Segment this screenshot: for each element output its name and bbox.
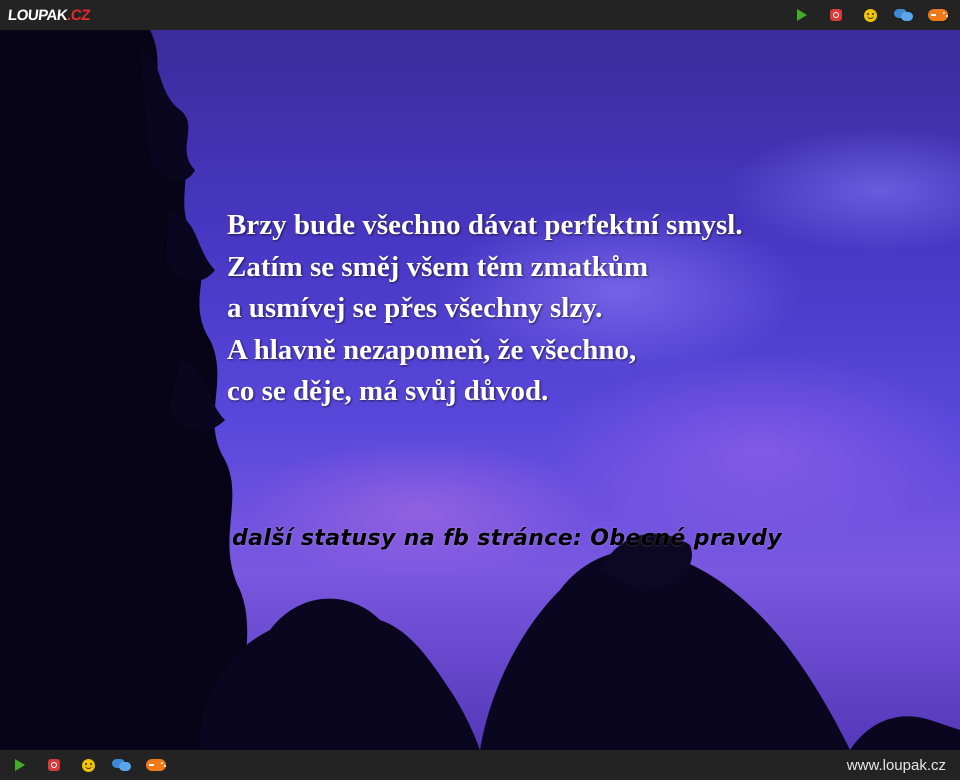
top-social-icons	[792, 6, 948, 24]
site-logo[interactable]: LOUPAK.CZ	[7, 7, 91, 24]
gamepad-icon[interactable]	[146, 756, 166, 774]
instagram-icon[interactable]	[44, 756, 64, 774]
quote-line: A hlavně nezapomeň, že všechno,	[227, 333, 637, 366]
quote-text: Brzy bude všechno dávat perfektní smysl.…	[227, 205, 743, 413]
gamepad-icon[interactable]	[928, 6, 948, 24]
site-url[interactable]: www.loupak.cz	[847, 757, 946, 774]
smile-icon[interactable]	[78, 756, 98, 774]
smile-icon[interactable]	[860, 6, 880, 24]
logo-suffix: .CZ	[66, 6, 91, 24]
play-icon[interactable]	[792, 6, 812, 24]
bottom-bar: www.loupak.cz	[0, 750, 960, 780]
promo-text: další statusy na fb stránce: Obecné prav…	[232, 526, 783, 551]
play-icon[interactable]	[10, 756, 30, 774]
quote-line: Zatím se směj všem těm zmatkům	[227, 250, 649, 283]
chat-icon[interactable]	[112, 756, 132, 774]
bottom-social-icons	[10, 756, 166, 774]
chat-icon[interactable]	[894, 6, 914, 24]
quote-line: co se děje, má svůj důvod.	[227, 375, 549, 407]
instagram-icon[interactable]	[826, 6, 846, 24]
quote-line: Brzy bude všechno dávat perfektní smysl.	[227, 209, 743, 241]
meme-image: Brzy bude všechno dávat perfektní smysl.…	[0, 30, 960, 750]
quote-line: a usmívej se přes všechny slzy.	[227, 292, 603, 324]
logo-main: LOUPAK	[7, 6, 69, 24]
top-bar: LOUPAK.CZ	[0, 0, 960, 30]
